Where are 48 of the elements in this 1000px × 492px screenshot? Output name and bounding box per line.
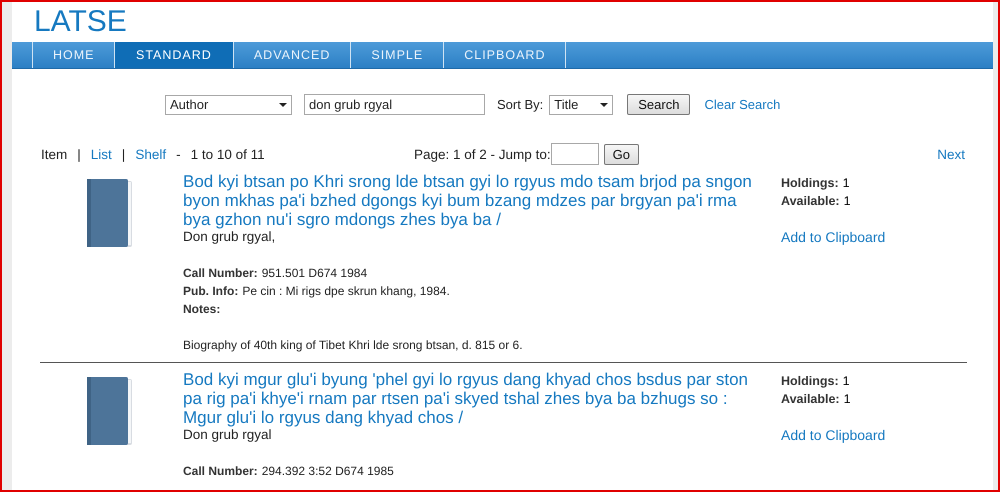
caret-icon [279,102,287,106]
view-link[interactable]: Shelf [135,146,166,162]
holdings-label: Available: [781,194,840,208]
field-label: Call Number: [183,266,258,280]
nav-tab[interactable]: ADVANCED [234,42,352,68]
field-label: Pub. Info: [183,284,238,298]
book-icon [84,376,134,448]
result-range: 1 to 10 of 11 [190,146,265,162]
page-info: Page: 1 of 2 - Jump to: [414,146,551,162]
holdings-label: Holdings: [781,176,839,190]
separator: | [77,146,81,162]
go-button[interactable]: Go [604,144,639,164]
holdings-value: 1 [844,392,851,406]
search-field-select[interactable]: Author [165,94,292,114]
add-to-clipboard-link[interactable]: Add to Clipboard [781,426,886,444]
sort-select[interactable]: Title [549,94,614,114]
next-link[interactable]: Next [937,146,965,162]
nav-tab[interactable]: SIMPLE [351,42,444,68]
field-label: Notes: [183,302,220,316]
caret-icon [600,102,608,106]
view-link[interactable]: List [90,146,112,162]
holdings-value: 1 [842,374,850,388]
holdings-value: 1 [842,176,850,190]
field-value: 951.501 D674 1984 [262,266,368,280]
book-icon [84,178,134,250]
separator: | [122,146,126,162]
field-value: Pe cin : Mi rigs dpe skrun khang, 1984. [242,284,450,298]
record-title-link[interactable]: Bod kyi mgur glu'i byung 'phel gyi lo rgyus dang khyad chos bsdus par ston pa rig pa'i khye'i rnam par rtsen pa'i skyed tshal zhes bya ba bzhugs so : Mgur glu'i lo rgyus dang khyad chos / [183,370,766,427]
search-button[interactable]: Search [627,94,690,115]
site-logo[interactable]: LATSE [12,4,127,40]
record-title-link[interactable]: Bod kyi btsan po Khri srong lde btsan gyi lo rgyus mdo tsam brjod pa sngon byon mkhas pa'i bzhed dgongs kyi bum bzang mdzes par brgyan pa'i rma bya gzhon nu'i sgro mdongs zhes bya ba / [183,172,766,229]
nav-tab[interactable]: CLIPBOARD [444,42,566,68]
record-note: Biography of 40th king of Tibet Khri lde srong btsan, d. 815 or 6. [183,337,524,354]
field-label: Call Number: [183,464,258,478]
clear-search-link[interactable]: Clear Search [704,97,780,112]
search-input[interactable]: don grub rgyal [304,94,485,115]
sort-label: Sort By: [497,97,544,112]
add-to-clipboard-link[interactable]: Add to Clipboard [781,228,886,246]
record-author: Don grub rgyal, [183,229,276,244]
view-link[interactable]: Item [41,146,68,162]
field-value: 294.392 3:52 D674 1985 [262,464,394,478]
separator: - [176,146,181,162]
holdings-value: 1 [844,194,851,208]
jump-to-input[interactable] [550,143,599,165]
holdings-label: Available: [781,392,840,406]
nav-tab[interactable]: STANDARD [115,42,234,68]
record-author: Don grub rgyal [183,427,273,442]
holdings-label: Holdings: [781,374,839,388]
